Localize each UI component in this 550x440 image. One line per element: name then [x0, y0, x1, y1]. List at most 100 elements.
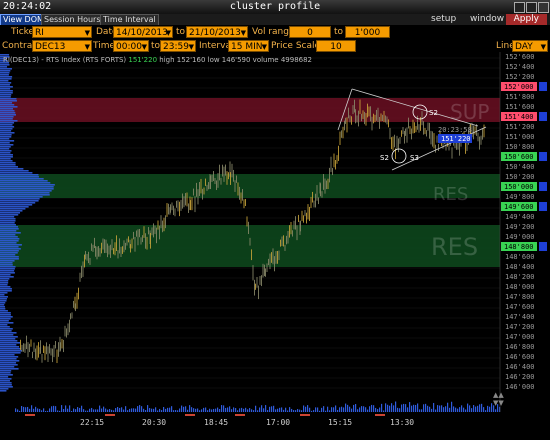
volume-bar [101, 408, 103, 412]
volume-bar [159, 408, 161, 412]
price-bar [324, 178, 326, 194]
scroll-down-icon[interactable]: ▼▼ [493, 399, 504, 407]
volume-bar [309, 407, 311, 412]
volume-bar [125, 406, 127, 412]
price-label: 152'400 [505, 63, 535, 71]
date-from-field[interactable]: 14/10/2013 ▼ [113, 26, 173, 38]
volume-bar [41, 410, 43, 412]
price-label: 148'800 [504, 243, 534, 251]
price-bar [32, 351, 33, 359]
chevron-down-icon: ▼ [165, 29, 171, 37]
ticker-select[interactable]: RI ▼ [32, 26, 92, 38]
price-bar [230, 172, 231, 185]
price-bar [356, 115, 358, 123]
profile-bar [0, 282, 9, 284]
price-bar [153, 223, 154, 238]
price-bar [70, 313, 71, 320]
price-bar [76, 292, 78, 309]
price-bar [309, 206, 310, 221]
price-bar [234, 180, 236, 192]
price-bar [379, 116, 380, 129]
res-zone-lower-label: RES [431, 233, 478, 261]
price-bar [75, 303, 76, 312]
volume-bar [227, 407, 229, 412]
volume-bar [123, 409, 125, 412]
profile-bar [0, 158, 11, 160]
price-bar [406, 127, 408, 143]
window-menu[interactable]: window [470, 14, 504, 25]
price-scale-field[interactable]: 10 [316, 40, 356, 52]
volume-bar [179, 408, 181, 412]
chevron-down-icon: ▼ [84, 43, 90, 51]
volume-bar [205, 407, 207, 412]
price-bar [47, 346, 49, 362]
volume-bar [387, 404, 389, 412]
time-from-field[interactable]: 00:00 ▼ [113, 40, 149, 52]
price-bar [222, 164, 223, 177]
price-bar [424, 127, 426, 135]
profile-bar [0, 144, 14, 146]
volume-bar [403, 403, 405, 412]
contract-select[interactable]: DEC13 ▼ [32, 40, 92, 52]
price-bar [255, 283, 256, 290]
volume-bar [271, 406, 273, 412]
volume-bar [463, 407, 465, 412]
volume-bar [153, 408, 155, 412]
apply-button[interactable]: Apply [505, 14, 547, 25]
profile-bar [0, 306, 6, 308]
price-bar [251, 249, 252, 261]
interval-select[interactable]: 15 MIN ▼ [228, 40, 269, 52]
line-select[interactable]: DAY ▼ [512, 40, 548, 52]
profile-bar [0, 160, 13, 162]
volume-bar [439, 405, 441, 412]
profile-bar [0, 362, 17, 364]
profile-bar [0, 224, 16, 226]
price-bar [344, 120, 345, 131]
volume-bar [395, 401, 397, 412]
price-label: 152'000 [504, 83, 534, 91]
profile-bar [0, 124, 13, 126]
price-bar [20, 339, 21, 350]
profile-bar [0, 346, 20, 348]
last-price-label: 151'220 [441, 135, 471, 143]
vol-from-field[interactable]: 0 [289, 26, 331, 38]
date-to-field[interactable]: 21/10/2013 ▼ [186, 26, 248, 38]
time-to-field[interactable]: 23:59 ▼ [160, 40, 196, 52]
profile-bar [0, 110, 15, 112]
price-label: 150'200 [505, 173, 535, 181]
volume-bar [83, 409, 85, 412]
profile-bar [0, 366, 15, 368]
price-bar [382, 114, 383, 122]
volume-bar [269, 406, 271, 412]
price-bar [162, 220, 163, 233]
chevron-down-icon: ▼ [261, 43, 267, 51]
close-icon[interactable] [538, 2, 549, 13]
volume-bar [307, 405, 309, 412]
price-bar [359, 99, 361, 115]
profile-bar [0, 112, 16, 114]
price-bar [122, 246, 123, 254]
volume-bar [249, 408, 251, 412]
price-bar [418, 124, 420, 133]
price-bar [401, 130, 402, 137]
volume-bar [407, 407, 409, 412]
minimize-icon[interactable] [514, 2, 525, 13]
scroll-up-icon[interactable]: ▲▲ [493, 391, 504, 399]
price-bar [193, 188, 194, 196]
volume-bar [423, 404, 425, 412]
chart-canvas[interactable]: SUP RES RES S2 S2 S3 152'600 152'400 152'2… [0, 52, 550, 440]
profile-bar [0, 344, 17, 346]
volume-bar [323, 406, 325, 412]
profile-bar [0, 374, 13, 376]
volume-bar [141, 406, 143, 412]
profile-bar [0, 236, 18, 238]
price-bar [438, 143, 439, 151]
setup-menu[interactable]: setup [431, 14, 456, 25]
volume-bar [207, 410, 209, 412]
vol-to-field[interactable]: 1'000 [345, 26, 390, 38]
maximize-icon[interactable] [526, 2, 537, 13]
price-bar [203, 187, 205, 195]
volume-bar [401, 404, 403, 412]
cluster-chart[interactable]: SUP RES RES S2 S2 S3 152'600 152'400 152'2… [0, 52, 550, 440]
price-bar [38, 342, 39, 358]
